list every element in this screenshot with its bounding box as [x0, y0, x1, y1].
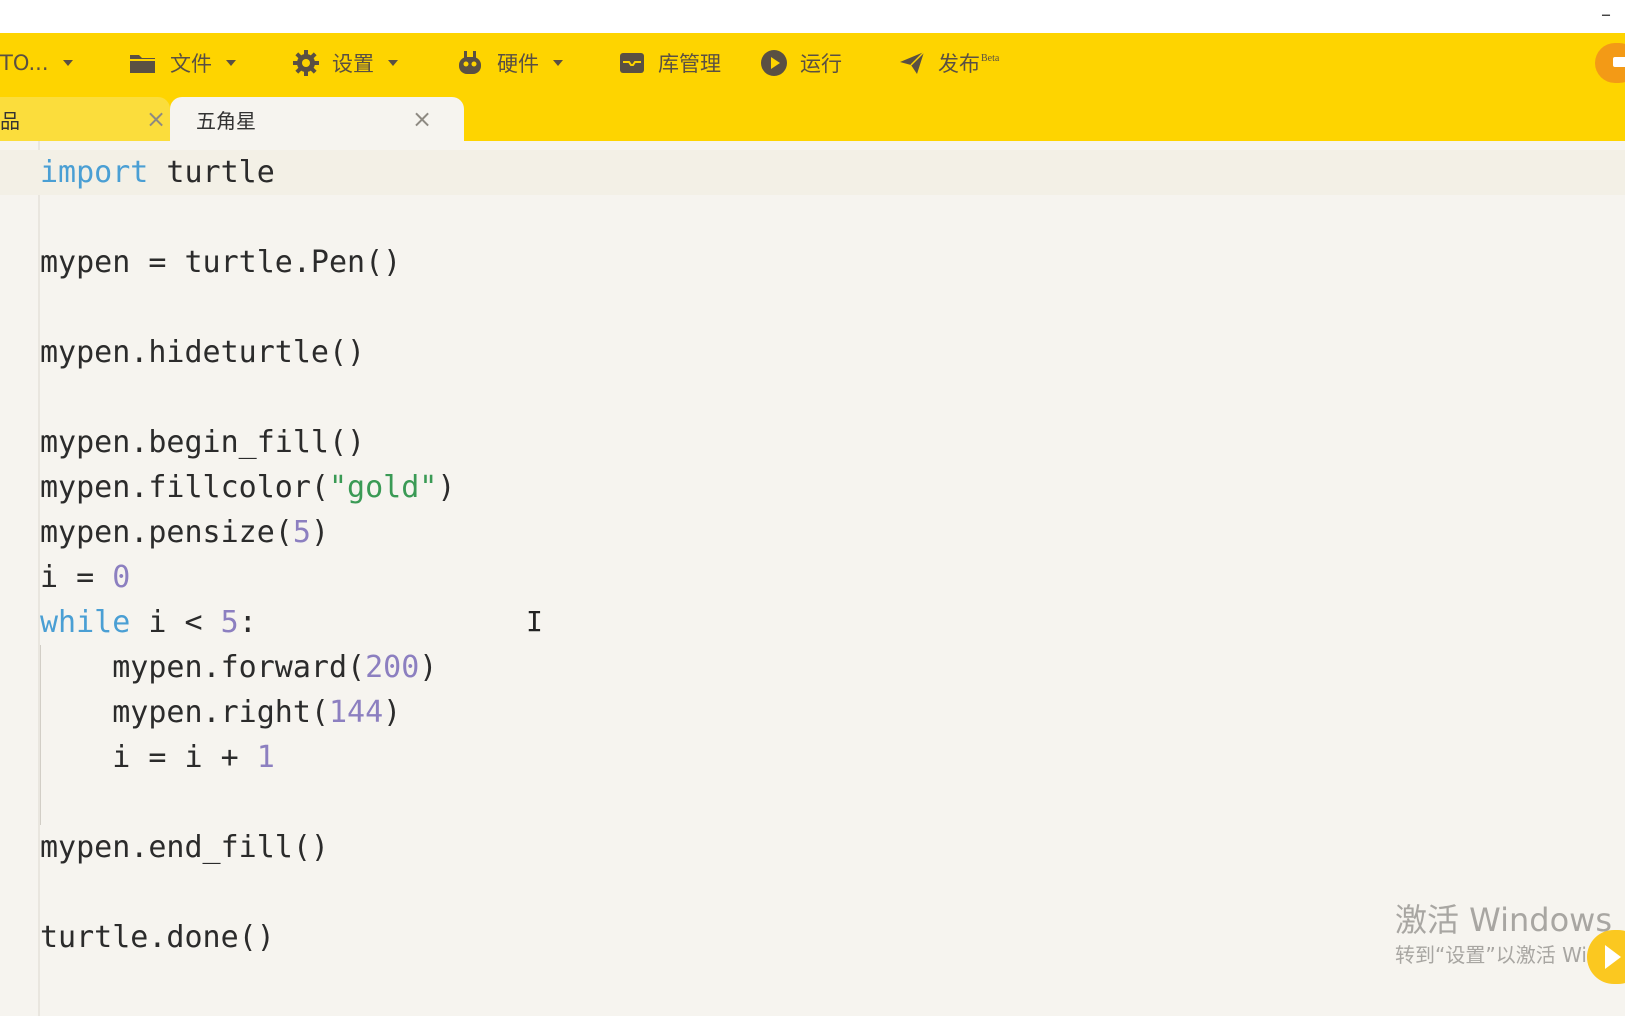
text-cursor-icon: I — [526, 605, 543, 638]
close-icon[interactable]: × — [146, 105, 166, 133]
chevron-down-icon — [226, 60, 236, 66]
tab-works-label: 品 — [0, 108, 20, 133]
title-bar: – — [0, 0, 1625, 33]
code-line[interactable]: i = i + 1 — [40, 735, 455, 780]
toolbar-menu-file-label: 文件 — [170, 52, 212, 76]
code-line[interactable]: ​ — [40, 285, 455, 330]
code-line[interactable]: mypen.hideturtle() — [40, 330, 455, 375]
code-line[interactable]: turtle.done() — [40, 915, 455, 960]
folder-icon — [130, 55, 155, 73]
code-editor[interactable]: import turtle​mypen = turtle.Pen()​mypen… — [0, 141, 1625, 1016]
toolbar-run[interactable]: 运行 — [760, 43, 842, 83]
code-line[interactable]: ​ — [40, 375, 455, 420]
toolbar-menu-file[interactable]: 文件 — [128, 43, 236, 83]
code-line[interactable]: ​ — [40, 195, 455, 240]
toolbar-menu-to-label: TO... — [0, 51, 49, 75]
code-line[interactable]: ​ — [40, 870, 455, 915]
tab-star-label: 五角星 — [196, 108, 256, 133]
toolbar-menu-settings-label: 设置 — [332, 52, 374, 76]
chevron-down-icon — [553, 60, 563, 66]
toolbar-menu-to[interactable]: TO... — [0, 43, 73, 83]
code-line[interactable]: mypen.end_fill() — [40, 825, 455, 870]
close-icon[interactable]: × — [412, 105, 432, 133]
toolbar-menu-hardware[interactable]: 硬件 — [455, 43, 563, 83]
code-line[interactable]: while i < 5: — [40, 600, 455, 645]
play-icon — [761, 50, 787, 76]
play-icon — [1605, 945, 1621, 969]
tab-star[interactable]: 五角星 × — [170, 97, 464, 141]
code-line[interactable]: import turtle — [40, 150, 455, 195]
watermark-title: 激活 Windows — [1395, 901, 1613, 939]
code-line[interactable]: mypen.pensize(5) — [40, 510, 455, 555]
send-icon — [900, 51, 925, 74]
chevron-down-icon — [388, 60, 398, 66]
toolbar-library-manager-label: 库管理 — [658, 52, 721, 76]
inbox-icon — [620, 53, 644, 73]
toolbar-run-label: 运行 — [800, 52, 842, 76]
code-line[interactable]: i = 0 — [40, 555, 455, 600]
toolbar-publish[interactable]: 发布 Beta — [898, 43, 999, 83]
code-line[interactable]: mypen.begin_fill() — [40, 420, 455, 465]
code-line[interactable]: mypen.right(144) — [40, 690, 455, 735]
toolbar-menu-hardware-label: 硬件 — [497, 52, 539, 76]
code-line[interactable]: mypen.forward(200) — [40, 645, 455, 690]
toolbar-publish-label: 发布 — [938, 52, 980, 76]
code-line[interactable]: mypen = turtle.Pen() — [40, 240, 455, 285]
code-line[interactable]: mypen.fillcolor("gold") — [40, 465, 455, 510]
toolbar-library-manager[interactable]: 库管理 — [618, 43, 721, 83]
gear-icon — [293, 50, 319, 76]
tab-bar: 品 × 五角星 × — [0, 93, 1625, 141]
chevron-down-icon — [62, 60, 73, 66]
main-toolbar: TO... 文件 设置 硬件 库管理 运行 发布 Beta — [0, 33, 1625, 93]
user-button[interactable] — [1595, 43, 1625, 83]
toolbar-menu-settings[interactable]: 设置 — [292, 43, 398, 83]
code-line[interactable]: ​ — [40, 780, 455, 825]
beta-badge: Beta — [981, 52, 1000, 64]
tab-works[interactable]: 品 × — [0, 97, 170, 141]
minimize-button[interactable]: – — [1601, 2, 1611, 26]
user-icon — [1613, 57, 1625, 67]
code-content[interactable]: import turtle​mypen = turtle.Pen()​mypen… — [40, 150, 455, 960]
robot-icon — [459, 51, 481, 74]
